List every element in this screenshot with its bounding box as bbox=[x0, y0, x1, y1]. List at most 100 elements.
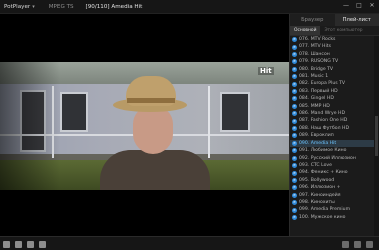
playlist-item[interactable]: e 076. MTV Rocks bbox=[290, 36, 374, 43]
playlist-item[interactable]: e 100. Мужское кино bbox=[290, 214, 374, 221]
playlist-item[interactable]: e 091. Любимое Кино bbox=[290, 147, 374, 154]
playlist-item[interactable]: e 081. Music 1 bbox=[290, 73, 374, 80]
playlist-item[interactable]: e 083. Первый HD bbox=[290, 88, 374, 95]
stream-icon: e bbox=[292, 126, 297, 132]
playlist-item-label: 092. Русский Иллюзион bbox=[299, 155, 356, 161]
previous-icon[interactable] bbox=[27, 241, 34, 248]
window-controls: — □ ✕ bbox=[342, 2, 376, 9]
format-tab[interactable]: MPEG TS bbox=[49, 4, 74, 10]
stream-icon: e bbox=[292, 74, 297, 80]
subtab-this-computer[interactable]: Этот компьютер bbox=[320, 26, 366, 35]
stream-icon: e bbox=[292, 177, 297, 183]
tab-playlist[interactable]: Плей-лист bbox=[334, 14, 379, 26]
panel-subtabs: Основной Этот компьютер bbox=[290, 26, 379, 36]
playlist-scrollbar[interactable] bbox=[374, 36, 379, 250]
stream-icon: e bbox=[292, 103, 297, 109]
panel-tabs: Браузер Плей-лист bbox=[290, 14, 379, 26]
close-icon[interactable]: ✕ bbox=[368, 2, 376, 9]
playlist-item-label: 079. RUSONG TV bbox=[299, 59, 339, 65]
playlist-item-label: 083. Первый HD bbox=[299, 88, 338, 94]
stream-icon: e bbox=[292, 37, 297, 43]
playlist-item[interactable]: e 082. Europa Plus TV bbox=[290, 80, 374, 87]
playlist-item[interactable]: e 094. Феникс + Кино bbox=[290, 169, 374, 176]
stream-icon: e bbox=[292, 200, 297, 206]
stream-icon: e bbox=[292, 163, 297, 169]
app-menu-button[interactable]: PotPlayer ▾ bbox=[4, 4, 35, 10]
playlist-item[interactable]: e 098. Кинохиты bbox=[290, 199, 374, 206]
volume-icon[interactable] bbox=[342, 241, 349, 248]
playlist-item[interactable]: e 097. Киноиндейя bbox=[290, 192, 374, 199]
playlist-item[interactable]: e 092. Русский Иллюзион bbox=[290, 155, 374, 162]
playlist-item[interactable]: e 079. RUSONG TV bbox=[290, 58, 374, 65]
stream-icon: e bbox=[292, 44, 297, 50]
playlist-item-label: 080. Bridge TV bbox=[299, 66, 334, 72]
play-icon[interactable] bbox=[3, 241, 10, 248]
potplayer-window: PotPlayer ▾ MPEG TS [90/110] Amedia Hit … bbox=[0, 0, 379, 250]
stream-icon: e bbox=[292, 170, 297, 176]
stream-icon: e bbox=[292, 207, 297, 213]
minimize-icon[interactable]: — bbox=[342, 2, 350, 9]
playlist-item[interactable]: e 095. Bollywood bbox=[290, 177, 374, 184]
playlist-item-label: 076. MTV Rocks bbox=[299, 37, 336, 42]
stream-icon: e bbox=[292, 148, 297, 154]
playlist-item[interactable]: e 086. Mand Wrye HD bbox=[290, 110, 374, 117]
playlist-item-label: 077. MTV Hits bbox=[299, 44, 331, 50]
subtab-main[interactable]: Основной bbox=[290, 26, 321, 35]
house-window bbox=[60, 92, 88, 132]
video-area[interactable]: Hit bbox=[0, 14, 289, 236]
playlist-item[interactable]: e 078. Шансон bbox=[290, 51, 374, 58]
shadow bbox=[0, 62, 60, 190]
control-bar bbox=[0, 236, 379, 250]
stream-icon: e bbox=[292, 118, 297, 124]
playlist-item[interactable]: e 080. Bridge TV bbox=[290, 66, 374, 73]
video-frame: Hit bbox=[0, 62, 289, 190]
person-body bbox=[100, 150, 210, 190]
playlist-item[interactable]: e 099. Amedia Premium bbox=[290, 206, 374, 213]
playlist-item[interactable]: e 084. Gingel HD bbox=[290, 95, 374, 102]
playlist-item-label: 086. Mand Wrye HD bbox=[299, 111, 345, 117]
playlist-item-label: 095. Bollywood bbox=[299, 177, 335, 183]
playlist-item-label: 088. Наш Футбол HD bbox=[299, 125, 350, 131]
stream-icon: e bbox=[292, 140, 297, 146]
next-icon[interactable] bbox=[39, 241, 46, 248]
playlist-item-label: 094. Феникс + Кино bbox=[299, 170, 348, 176]
playlist-item-label: 085. MMP HD bbox=[299, 103, 330, 109]
playlist-item-label: 081. Music 1 bbox=[299, 74, 329, 80]
stop-icon[interactable] bbox=[15, 241, 22, 248]
playlist-item-label: 084. Gingel HD bbox=[299, 96, 334, 102]
window-title: [90/110] Amedia Hit bbox=[85, 3, 143, 10]
stream-icon: e bbox=[292, 155, 297, 161]
utility-controls bbox=[342, 241, 373, 248]
stream-icon: e bbox=[292, 59, 297, 65]
playlist-panel: Браузер Плей-лист Основной Этот компьюте… bbox=[289, 14, 379, 250]
house-window bbox=[220, 92, 250, 132]
playlist-icon[interactable] bbox=[366, 241, 373, 248]
playlist-item[interactable]: e 087. Fashion One HD bbox=[290, 117, 374, 124]
playlist-item[interactable]: e 085. MMP HD bbox=[290, 103, 374, 110]
playlist-item-label: 078. Шансон bbox=[299, 51, 330, 57]
playlist-item[interactable]: e 089. Евроклип bbox=[290, 132, 374, 139]
playlist-item-label: 087. Fashion One HD bbox=[299, 118, 348, 124]
playlist-item[interactable]: e 077. MTV Hits bbox=[290, 43, 374, 50]
scrollbar-thumb[interactable] bbox=[375, 116, 378, 156]
playback-controls bbox=[3, 241, 46, 248]
playlist-item-label: 100. Мужское кино bbox=[299, 214, 346, 220]
playlist-item-label: 096. Иллюзион + bbox=[299, 185, 341, 191]
stream-icon: e bbox=[292, 133, 297, 139]
playlist-item-label: 091. Любимое Кино bbox=[299, 148, 347, 154]
hat-band bbox=[127, 98, 175, 103]
person-face bbox=[133, 106, 173, 154]
maximize-icon[interactable]: □ bbox=[355, 2, 363, 9]
playlist-item[interactable]: e 088. Наш Футбол HD bbox=[290, 125, 374, 132]
playlist-item[interactable]: e 093. CTC Love bbox=[290, 162, 374, 169]
playlist-item-label: 099. Amedia Premium bbox=[299, 207, 351, 213]
porch-post bbox=[208, 86, 210, 158]
playlist-item[interactable]: e 090. Amedia Hit bbox=[290, 139, 374, 148]
playlist-item[interactable]: e 096. Иллюзион + bbox=[290, 184, 374, 191]
tab-browser[interactable]: Браузер bbox=[290, 14, 335, 26]
settings-icon[interactable] bbox=[354, 241, 361, 248]
stream-icon: e bbox=[292, 81, 297, 87]
playlist-list: e 076. MTV Rocks e 077. MTV Hits e 078. Шансо… bbox=[290, 36, 374, 221]
stream-icon: e bbox=[292, 96, 297, 102]
stream-icon: e bbox=[292, 111, 297, 117]
